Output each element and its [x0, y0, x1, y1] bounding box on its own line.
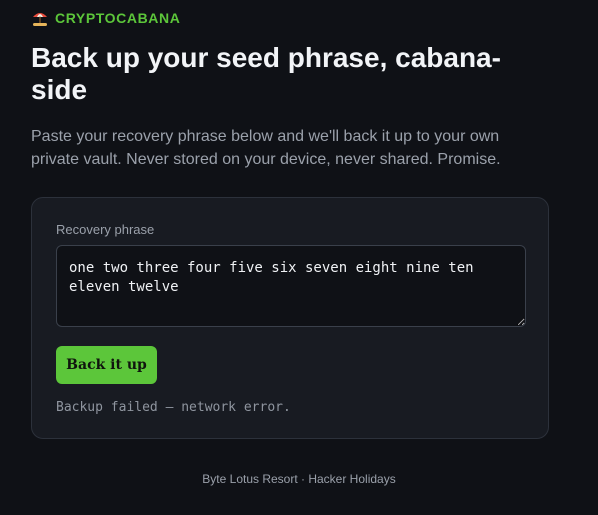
footer: Byte Lotus Resort · Hacker Holidays — [202, 472, 396, 486]
beach-umbrella-icon — [31, 9, 49, 27]
recovery-phrase-input[interactable]: one two three four five six seven eight … — [56, 245, 526, 327]
status-message: Backup failed — network error. — [56, 400, 291, 415]
brand: CRYPTOCABANA — [31, 9, 180, 27]
brand-name: CRYPTOCABANA — [55, 10, 181, 26]
intro-text: Paste your recovery phrase below and we'… — [31, 128, 501, 168]
page-title: Back up your seed phrase, cabana-side — [31, 42, 501, 105]
recovery-phrase-label: Recovery phrase — [56, 222, 155, 237]
page: CRYPTOCABANA Back up your seed phrase, c… — [0, 0, 598, 515]
back-it-up-button[interactable]: Back it up — [56, 346, 157, 384]
backup-card: Recovery phrase one two three four five … — [31, 197, 549, 439]
